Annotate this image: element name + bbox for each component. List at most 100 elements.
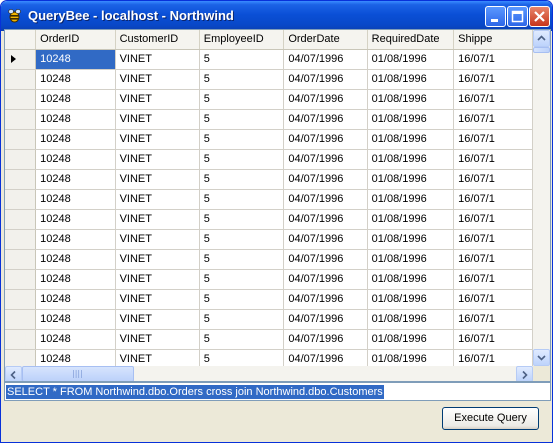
cell-orderid[interactable]: 10248 (35, 129, 116, 150)
column-header-orderdate[interactable]: OrderDate (283, 30, 368, 50)
cell-shippeddate[interactable]: 16/07/1 (453, 309, 533, 330)
results-grid[interactable]: OrderID CustomerID EmployeeID OrderDate … (4, 29, 551, 382)
row-header[interactable] (5, 329, 37, 350)
cell-requireddate[interactable]: 01/08/1996 (367, 149, 455, 170)
cell-orderid[interactable]: 10248 (35, 289, 116, 310)
cell-employeeid[interactable]: 5 (199, 89, 285, 110)
cell-shippeddate[interactable]: 16/07/1 (453, 129, 533, 150)
row-header[interactable] (5, 289, 37, 310)
scroll-right-button[interactable] (516, 366, 533, 381)
cell-orderdate[interactable]: 04/07/1996 (283, 269, 368, 290)
cell-customerid[interactable]: VINET (115, 169, 200, 190)
cell-orderdate[interactable]: 04/07/1996 (283, 169, 368, 190)
cell-employeeid[interactable]: 5 (199, 109, 285, 130)
cell-customerid[interactable]: VINET (115, 49, 200, 70)
cell-employeeid[interactable]: 5 (199, 129, 285, 150)
row-header[interactable] (5, 189, 37, 210)
cell-orderid[interactable]: 10248 (35, 309, 116, 330)
horizontal-scroll-thumb[interactable]: |||| (22, 366, 134, 381)
cell-employeeid[interactable]: 5 (199, 149, 285, 170)
cell-employeeid[interactable]: 5 (199, 209, 285, 230)
row-header[interactable] (5, 69, 37, 90)
cell-shippeddate[interactable]: 16/07/1 (453, 109, 533, 130)
table-row[interactable]: 10248 VINET 5 04/07/1996 01/08/1996 16/07/1 (5, 109, 533, 130)
title-bar[interactable]: QueryBee - localhost - Northwind (1, 1, 552, 31)
cell-shippeddate[interactable]: 16/07/1 (453, 89, 533, 110)
cell-shippeddate[interactable]: 16/07/1 (453, 209, 533, 230)
cell-orderdate[interactable]: 04/07/1996 (283, 349, 368, 366)
cell-shippeddate[interactable]: 16/07/1 (453, 169, 533, 190)
cell-shippeddate[interactable]: 16/07/1 (453, 349, 533, 366)
cell-requireddate[interactable]: 01/08/1996 (367, 289, 455, 310)
query-textbox[interactable]: SELECT * FROM Northwind.dbo.Orders cross… (4, 382, 551, 401)
cell-orderid[interactable]: 10248 (35, 189, 116, 210)
horizontal-scrollbar[interactable]: |||| (5, 366, 533, 381)
close-button[interactable] (529, 6, 550, 27)
row-header[interactable] (5, 309, 37, 330)
cell-requireddate[interactable]: 01/08/1996 (367, 309, 455, 330)
cell-customerid[interactable]: VINET (115, 249, 200, 270)
table-row[interactable]: 10248 VINET 5 04/07/1996 01/08/1996 16/07/1 (5, 129, 533, 150)
cell-customerid[interactable]: VINET (115, 189, 200, 210)
cell-requireddate[interactable]: 01/08/1996 (367, 189, 455, 210)
cell-requireddate[interactable]: 01/08/1996 (367, 109, 455, 130)
cell-orderid[interactable]: 10248 (35, 149, 116, 170)
column-header-employeeid[interactable]: EmployeeID (199, 30, 285, 50)
cell-customerid[interactable]: VINET (115, 289, 200, 310)
maximize-button[interactable] (507, 6, 528, 27)
cell-employeeid[interactable]: 5 (199, 49, 285, 70)
cell-orderid[interactable]: 10248 (35, 209, 116, 230)
cell-orderid[interactable]: 10248 (35, 69, 116, 90)
cell-shippeddate[interactable]: 16/07/1 (453, 289, 533, 310)
table-row[interactable]: 10248 VINET 5 04/07/1996 01/08/1996 16/07/1 (5, 209, 533, 230)
column-header-customerid[interactable]: CustomerID (115, 30, 200, 50)
cell-orderdate[interactable]: 04/07/1996 (283, 69, 368, 90)
cell-customerid[interactable]: VINET (115, 109, 200, 130)
row-header[interactable] (5, 249, 37, 270)
cell-requireddate[interactable]: 01/08/1996 (367, 249, 455, 270)
cell-customerid[interactable]: VINET (115, 129, 200, 150)
cell-customerid[interactable]: VINET (115, 89, 200, 110)
cell-requireddate[interactable]: 01/08/1996 (367, 129, 455, 150)
cell-shippeddate[interactable]: 16/07/1 (453, 49, 533, 70)
cell-employeeid[interactable]: 5 (199, 349, 285, 366)
cell-requireddate[interactable]: 01/08/1996 (367, 349, 455, 366)
cell-employeeid[interactable]: 5 (199, 69, 285, 90)
cell-orderid[interactable]: 10248 (35, 49, 116, 70)
row-header[interactable] (5, 209, 37, 230)
row-header[interactable] (5, 109, 37, 130)
cell-employeeid[interactable]: 5 (199, 289, 285, 310)
cell-orderdate[interactable]: 04/07/1996 (283, 129, 368, 150)
cell-shippeddate[interactable]: 16/07/1 (453, 189, 533, 210)
column-header-orderid[interactable]: OrderID (35, 30, 116, 50)
cell-requireddate[interactable]: 01/08/1996 (367, 269, 455, 290)
cell-customerid[interactable]: VINET (115, 329, 200, 350)
table-row[interactable]: 10248 VINET 5 04/07/1996 01/08/1996 16/07/1 (5, 169, 533, 190)
cell-orderid[interactable]: 10248 (35, 349, 116, 366)
cell-orderid[interactable]: 10248 (35, 329, 116, 350)
cell-orderid[interactable]: 10248 (35, 249, 116, 270)
cell-shippeddate[interactable]: 16/07/1 (453, 329, 533, 350)
table-row[interactable]: 10248 VINET 5 04/07/1996 01/08/1996 16/07/1 (5, 89, 533, 110)
table-row[interactable]: 10248 VINET 5 04/07/1996 01/08/1996 16/07/1 (5, 69, 533, 90)
cell-customerid[interactable]: VINET (115, 229, 200, 250)
table-row[interactable]: 10248 VINET 5 04/07/1996 01/08/1996 16/07/1 (5, 309, 533, 330)
table-row[interactable]: 10248 VINET 5 04/07/1996 01/08/1996 16/07/1 (5, 289, 533, 310)
cell-shippeddate[interactable]: 16/07/1 (453, 69, 533, 90)
row-header[interactable] (5, 229, 37, 250)
row-header[interactable] (5, 89, 37, 110)
cell-orderdate[interactable]: 04/07/1996 (283, 109, 368, 130)
cell-orderdate[interactable]: 04/07/1996 (283, 89, 368, 110)
cell-orderdate[interactable]: 04/07/1996 (283, 49, 368, 70)
cell-orderid[interactable]: 10248 (35, 269, 116, 290)
scroll-up-button[interactable] (533, 30, 550, 47)
cell-employeeid[interactable]: 5 (199, 189, 285, 210)
cell-orderid[interactable]: 10248 (35, 169, 116, 190)
cell-orderdate[interactable]: 04/07/1996 (283, 229, 368, 250)
table-row[interactable]: 10248 VINET 5 04/07/1996 01/08/1996 16/07/1 (5, 269, 533, 290)
cell-orderdate[interactable]: 04/07/1996 (283, 149, 368, 170)
row-header[interactable] (5, 49, 37, 70)
table-row[interactable]: 10248 VINET 5 04/07/1996 01/08/1996 16/07/1 (5, 149, 533, 170)
cell-orderid[interactable]: 10248 (35, 109, 116, 130)
cell-customerid[interactable]: VINET (115, 309, 200, 330)
